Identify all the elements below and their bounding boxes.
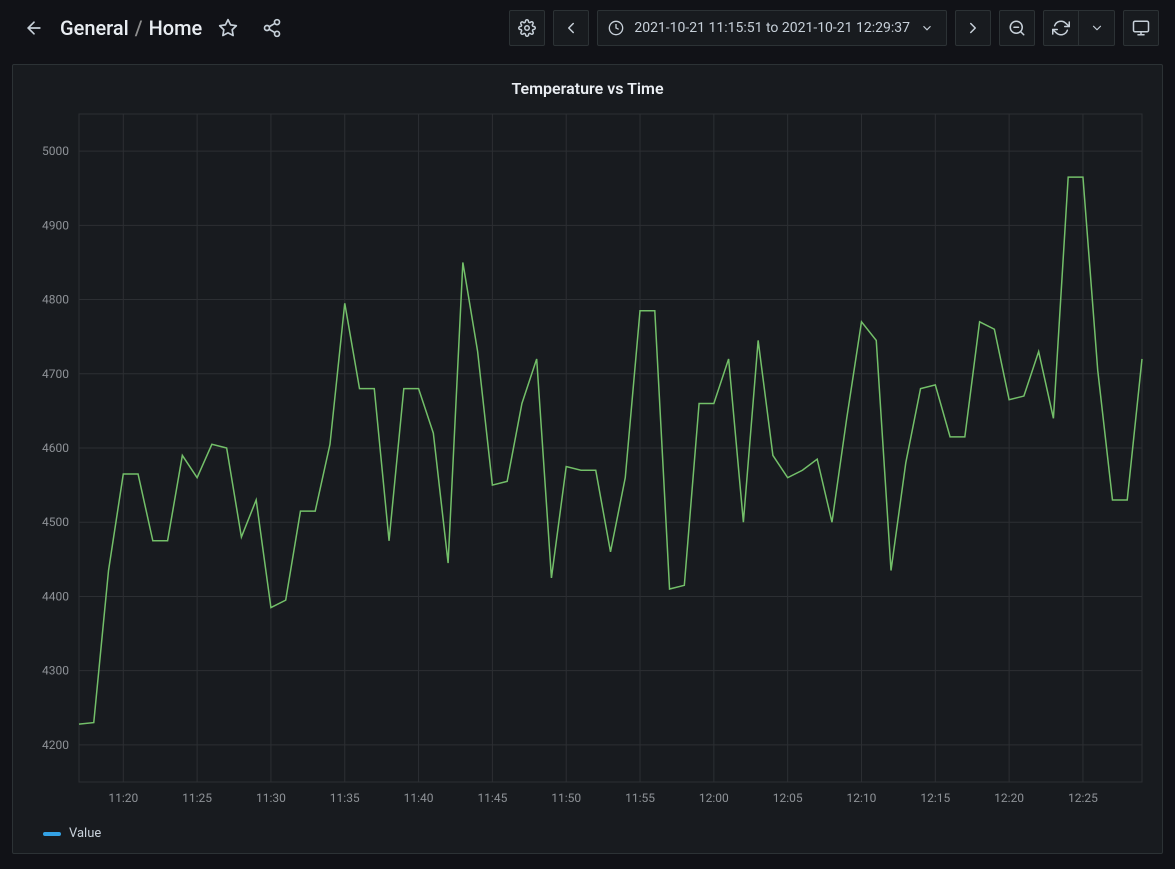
share-button[interactable] <box>254 10 290 46</box>
svg-text:12:15: 12:15 <box>920 791 950 805</box>
svg-text:5000: 5000 <box>42 144 69 158</box>
time-range-forward-button[interactable] <box>955 10 991 46</box>
svg-text:11:50: 11:50 <box>551 791 581 805</box>
svg-text:4900: 4900 <box>42 218 69 232</box>
panel-title: Temperature vs Time <box>13 65 1162 104</box>
svg-text:4700: 4700 <box>42 367 69 381</box>
breadcrumb: General / Home <box>60 16 202 40</box>
svg-text:4500: 4500 <box>42 515 69 529</box>
svg-text:11:55: 11:55 <box>625 791 655 805</box>
svg-text:11:40: 11:40 <box>404 791 434 805</box>
legend-series-name[interactable]: Value <box>69 826 101 841</box>
refresh-button-group <box>1043 10 1115 46</box>
breadcrumb-root[interactable]: General <box>60 16 129 40</box>
svg-text:12:05: 12:05 <box>773 791 803 805</box>
settings-button[interactable] <box>509 10 545 46</box>
chevron-down-icon <box>920 21 934 35</box>
svg-text:11:25: 11:25 <box>182 791 212 805</box>
svg-text:12:25: 12:25 <box>1068 791 1098 805</box>
favorite-button[interactable] <box>210 10 246 46</box>
chart-area[interactable]: 4200 4300 4400 4500 4600 4700 4800 4900 5000 11:2… <box>13 104 1162 818</box>
breadcrumb-separator: / <box>135 16 143 40</box>
time-range-picker[interactable]: 2021-10-21 11:15:51 to 2021-10-21 12:29:… <box>597 10 947 46</box>
chart-panel: Temperature vs Time 4200 4300 4400 4500 4600… <box>12 64 1163 854</box>
svg-text:11:45: 11:45 <box>477 791 507 805</box>
refresh-interval-button[interactable] <box>1079 10 1115 46</box>
svg-text:11:30: 11:30 <box>256 791 286 805</box>
legend-swatch[interactable] <box>43 832 61 836</box>
legend: Value <box>13 818 1162 853</box>
svg-text:12:00: 12:00 <box>699 791 729 805</box>
svg-text:12:10: 12:10 <box>847 791 877 805</box>
svg-text:4800: 4800 <box>42 293 69 307</box>
toolbar: General / Home 2021-10-21 11:15:51 to 20… <box>0 0 1175 56</box>
back-button[interactable] <box>16 10 52 46</box>
time-range-back-button[interactable] <box>553 10 589 46</box>
svg-text:4300: 4300 <box>42 664 69 678</box>
svg-text:11:35: 11:35 <box>330 791 360 805</box>
svg-text:12:20: 12:20 <box>994 791 1024 805</box>
svg-text:11:20: 11:20 <box>108 791 138 805</box>
svg-text:4200: 4200 <box>42 738 69 752</box>
svg-text:4600: 4600 <box>42 441 69 455</box>
zoom-out-button[interactable] <box>999 10 1035 46</box>
svg-text:4400: 4400 <box>42 589 69 603</box>
cycle-view-button[interactable] <box>1123 10 1159 46</box>
refresh-button[interactable] <box>1043 10 1079 46</box>
time-range-label: 2021-10-21 11:15:51 to 2021-10-21 12:29:… <box>634 20 910 36</box>
clock-icon <box>608 20 624 36</box>
breadcrumb-page[interactable]: Home <box>149 16 203 40</box>
